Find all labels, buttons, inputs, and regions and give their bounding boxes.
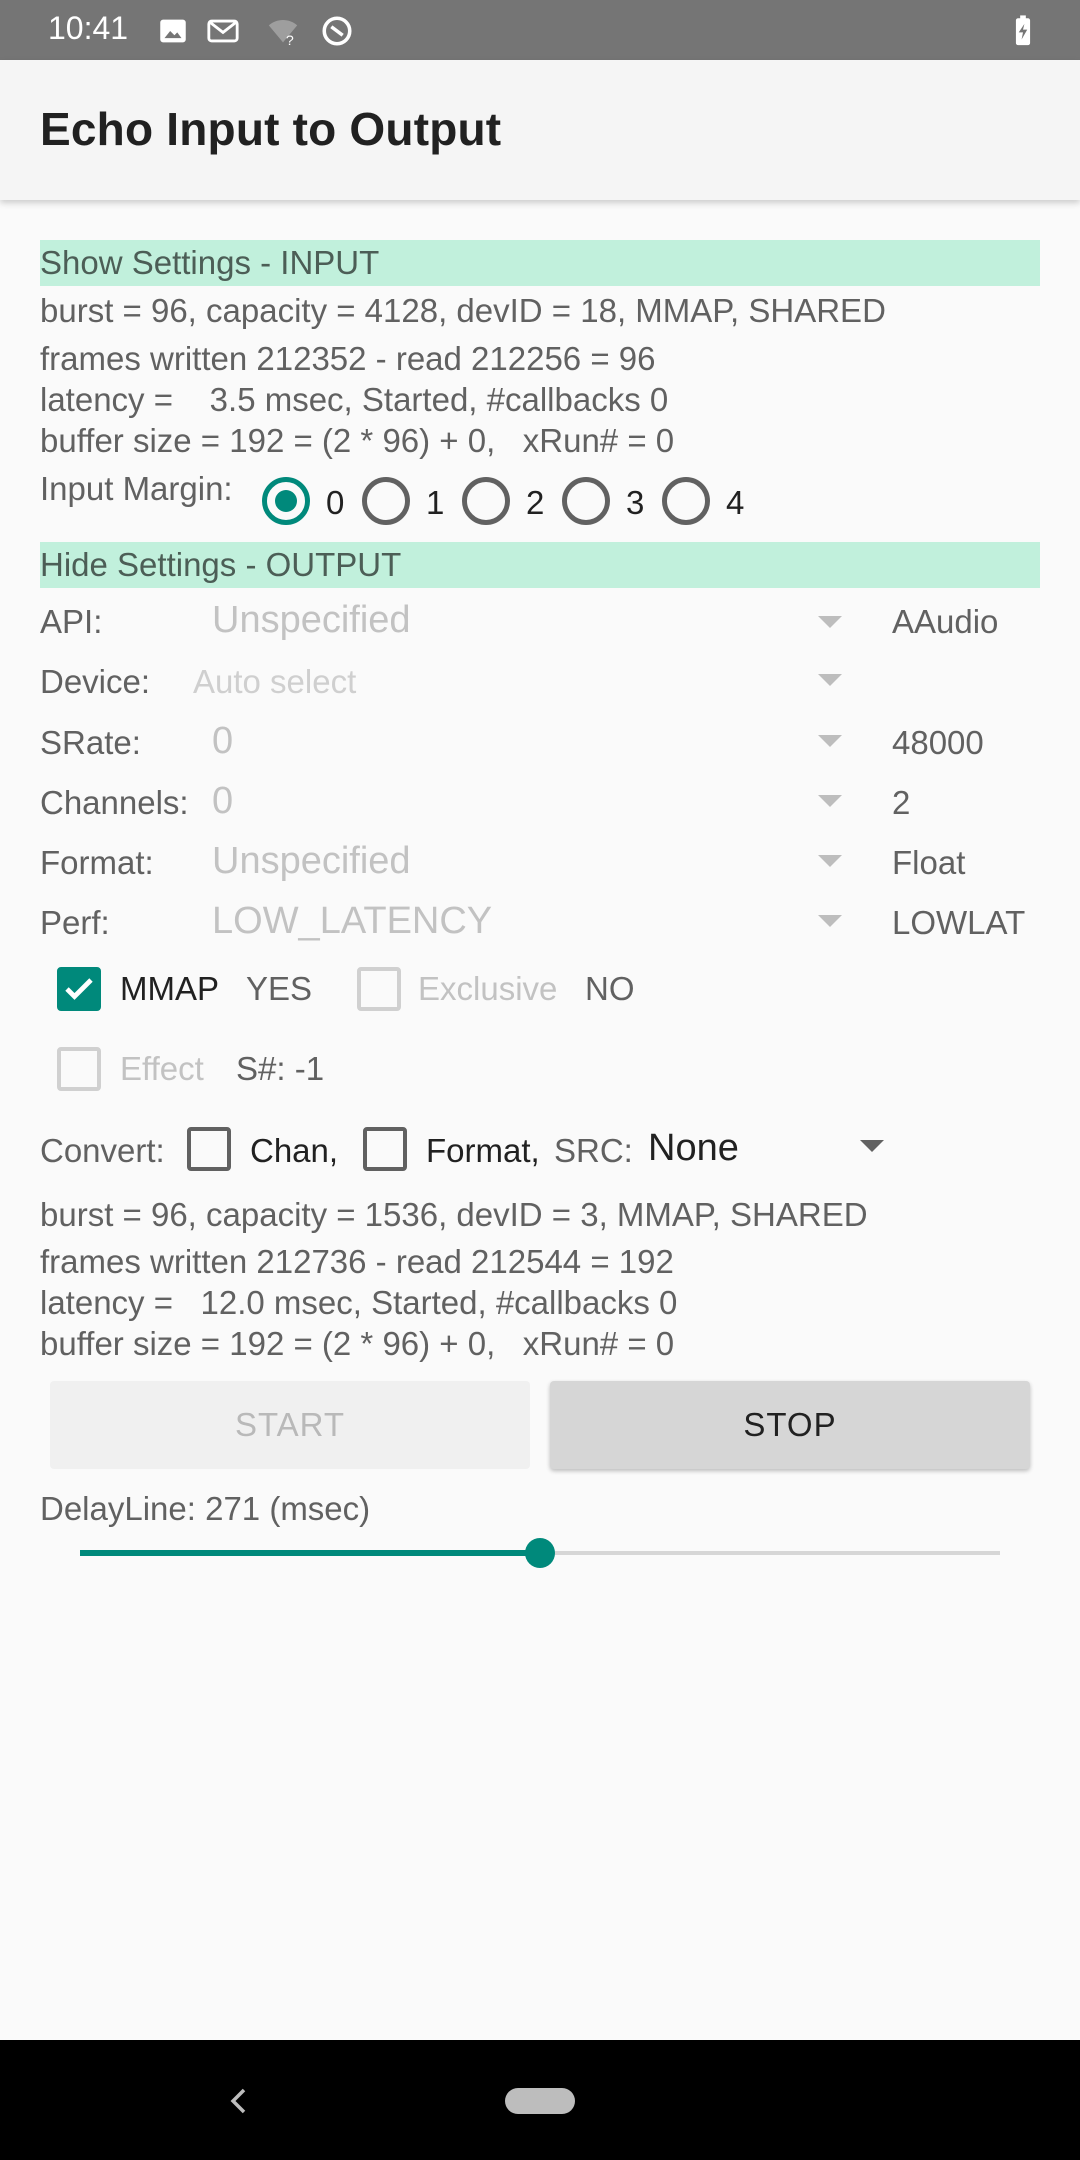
- mmap-checkbox[interactable]: [57, 967, 101, 1011]
- radio-label: 2: [526, 484, 545, 521]
- api-actual-value: AAudio: [892, 603, 999, 640]
- hide-settings-output-toggle[interactable]: Hide Settings - OUTPUT: [40, 542, 1040, 588]
- back-icon[interactable]: [224, 2084, 254, 2118]
- device-spinner[interactable]: Auto select: [193, 663, 356, 701]
- show-settings-input-toggle[interactable]: Show Settings - INPUT: [40, 240, 1040, 286]
- input-info-line: burst = 96, capacity = 4128, devID = 18,…: [40, 292, 886, 329]
- page-title: Echo Input to Output: [40, 103, 502, 155]
- convert-format-checkbox[interactable]: [363, 1127, 407, 1171]
- section-header-label: Show Settings - INPUT: [40, 244, 380, 281]
- perf-spinner[interactable]: LOW_LATENCY: [212, 900, 492, 943]
- check-icon: [65, 978, 93, 1000]
- src-label: SRC:: [554, 1132, 633, 1169]
- radio-label: 0: [326, 484, 345, 521]
- output-info-line: frames written 212736 - read 212544 = 19…: [40, 1243, 674, 1280]
- input-info-line: latency = 3.5 msec, Started, #callbacks …: [40, 381, 669, 418]
- mmap-label: MMAP: [120, 970, 219, 1007]
- api-spinner[interactable]: Unspecified: [212, 599, 411, 642]
- svg-text:?: ?: [286, 33, 294, 48]
- session-id: S#: -1: [236, 1050, 325, 1087]
- api-dropdown-caret-icon[interactable]: [818, 616, 842, 628]
- src-spinner[interactable]: None: [648, 1127, 739, 1170]
- convert-chan-checkbox[interactable]: [187, 1127, 231, 1171]
- output-info-line: buffer size = 192 = (2 * 96) + 0, xRun# …: [40, 1325, 675, 1362]
- convert-format-label: Format,: [426, 1132, 540, 1169]
- start-button[interactable]: START: [50, 1381, 530, 1469]
- stop-button[interactable]: STOP: [550, 1381, 1030, 1469]
- input-margin-radio-4[interactable]: [662, 477, 710, 525]
- input-margin-radio-3[interactable]: [562, 477, 610, 525]
- input-margin-radio-2[interactable]: [462, 477, 510, 525]
- srate-dropdown-caret-icon[interactable]: [818, 735, 842, 747]
- device-dropdown-caret-icon[interactable]: [818, 674, 842, 686]
- effect-label: Effect: [120, 1050, 204, 1087]
- output-info-line: latency = 12.0 msec, Started, #callbacks…: [40, 1284, 678, 1321]
- format-spinner[interactable]: Unspecified: [212, 840, 411, 883]
- section-header-label: Hide Settings - OUTPUT: [40, 546, 402, 583]
- image-icon: [160, 19, 186, 43]
- sync-icon: [322, 16, 352, 46]
- delay-slider-fill: [80, 1550, 540, 1556]
- radio-label: 3: [626, 484, 645, 521]
- mmap-result: YES: [246, 970, 313, 1007]
- battery-charging-icon: [1015, 15, 1031, 46]
- status-time: 10:41: [48, 10, 129, 46]
- input-info-line: buffer size = 192 = (2 * 96) + 0, xRun# …: [40, 422, 675, 459]
- input-margin-label: Input Margin:: [40, 470, 233, 507]
- src-dropdown-caret-icon[interactable]: [860, 1140, 884, 1152]
- device-label: Device:: [40, 663, 151, 700]
- input-info-line: frames written 212352 - read 212256 = 96: [40, 340, 656, 377]
- input-margin-radio-0[interactable]: [262, 477, 310, 525]
- srate-actual-value: 48000: [892, 724, 984, 761]
- radio-label: 1: [426, 484, 445, 521]
- perf-dropdown-caret-icon[interactable]: [818, 915, 842, 927]
- convert-label: Convert:: [40, 1132, 165, 1169]
- format-actual-value: Float: [892, 844, 966, 881]
- convert-chan-label: Chan,: [250, 1132, 339, 1169]
- format-dropdown-caret-icon[interactable]: [818, 855, 842, 867]
- perf-label: Perf:: [40, 904, 110, 941]
- home-pill-icon[interactable]: [505, 2088, 575, 2114]
- delay-line-label: DelayLine: 271 (msec): [40, 1490, 371, 1527]
- effect-checkbox[interactable]: [57, 1047, 101, 1091]
- channels-label: Channels:: [40, 784, 189, 821]
- channels-actual-value: 2: [892, 784, 911, 821]
- perf-actual-value: LOWLAT: [892, 904, 1026, 941]
- srate-label: SRate:: [40, 724, 141, 761]
- wifi-unknown-icon: ?: [268, 20, 298, 48]
- srate-spinner[interactable]: 0: [212, 720, 233, 763]
- exclusive-result: NO: [585, 970, 635, 1007]
- radio-label: 4: [726, 484, 745, 521]
- format-label: Format:: [40, 844, 154, 881]
- delay-slider-thumb[interactable]: [525, 1538, 555, 1568]
- api-label: API:: [40, 603, 103, 640]
- input-margin-radio-1[interactable]: [362, 477, 410, 525]
- gmail-icon: [207, 19, 239, 43]
- channels-dropdown-caret-icon[interactable]: [818, 795, 842, 807]
- exclusive-checkbox[interactable]: [357, 967, 401, 1011]
- output-info-line: burst = 96, capacity = 1536, devID = 3, …: [40, 1196, 868, 1233]
- exclusive-label: Exclusive: [418, 970, 558, 1007]
- channels-spinner[interactable]: 0: [212, 780, 233, 823]
